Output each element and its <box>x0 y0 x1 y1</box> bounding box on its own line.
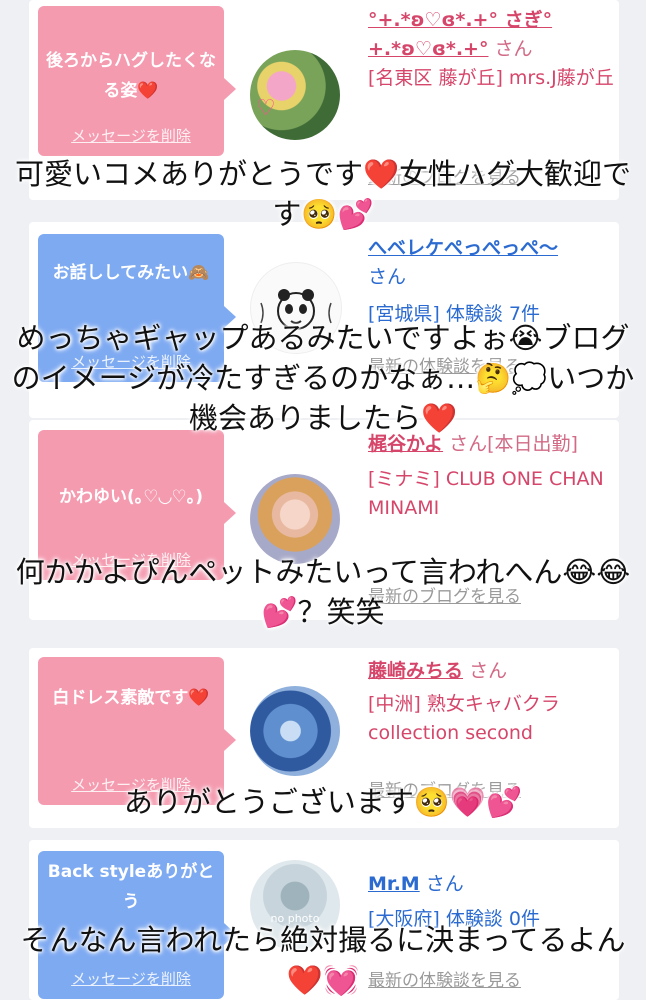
avatar-3[interactable] <box>250 474 340 564</box>
avatar-1[interactable]: ♡ <box>250 50 340 140</box>
message-bubble-1: 後ろからハグしたくなる姿❤️ メッセージを削除 <box>38 6 236 156</box>
user-name-link-5[interactable]: Mr.M <box>368 873 420 895</box>
honorific-1: さん <box>494 38 533 60</box>
user-info-4: 藤崎みちる さん [中洲] 熟女キャバクラ collection second <box>368 657 614 748</box>
user-name-link-4[interactable]: 藤崎みちる <box>368 660 463 682</box>
user-detail-1: [名東区 藤が丘] mrs.J藤が丘 <box>368 67 614 89</box>
avatar-4[interactable] <box>250 686 340 776</box>
heart-icon: ♡ <box>256 96 276 121</box>
message-text-4: 白ドレス素敵です❤️ <box>52 688 210 708</box>
honorific-2: さん <box>368 266 407 288</box>
overlay-caption-3: 何かかよぴんペットみたいって言われへん😂😂💕？笑笑 <box>15 555 631 629</box>
overlay-caption-1: 可愛いコメありがとうです❤️女性ハグ大歓迎です🥺💕 <box>14 157 632 231</box>
message-text-2: お話ししてみたい🙈 <box>52 263 210 283</box>
user-info-1: °+.*ʚ♡ɞ*.+° さぎ°+.*ʚ♡ɞ*.+° さん [名東区 藤が丘] m… <box>368 6 614 93</box>
overlay-caption-5: そんなん言われたら絶対撮るに決まってるよん❤️💓 <box>20 923 626 997</box>
user-info-3: 梶谷かよ さん[本日出勤] [ミナミ] CLUB ONE CHAN MINAMI <box>368 430 614 523</box>
overlay-caption-4: ありがとうございます🥺💗💕 <box>123 785 523 819</box>
user-detail-4: [中洲] 熟女キャバクラ collection second <box>368 693 560 744</box>
message-text-3: かわゆい(｡♡◡♡｡) <box>58 487 204 507</box>
overlay-caption-2: めっちゃギャップあるみたいですよぉ😭ブログのイメージが冷たすぎるのかなぁ…🤔💭い… <box>11 321 635 435</box>
honorific-5: さん <box>425 873 464 895</box>
user-info-2: へベレケぺっぺっぺ〜 さん [宮城県] 体験談 7件 <box>368 234 614 329</box>
message-text-1: 後ろからハグしたくなる姿❤️ <box>46 51 216 101</box>
message-text-5: Back styleありがとう <box>47 862 215 912</box>
user-detail-3: [ミナミ] CLUB ONE CHAN MINAMI <box>368 468 604 519</box>
honorific-4: さん <box>469 660 508 682</box>
delete-message-link-1[interactable]: メッセージを削除 <box>38 125 224 146</box>
user-name-link-2[interactable]: へベレケぺっぺっぺ〜 <box>368 234 614 263</box>
